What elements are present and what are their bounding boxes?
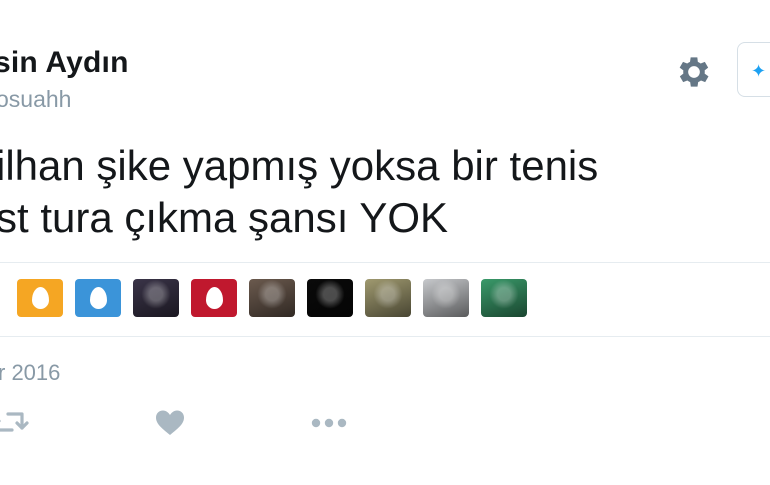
tweet-text-line-1: ilhan şike yapmış yoksa bir tenis [0,142,599,189]
follow-icon: ✦ [751,61,767,81]
divider [0,336,770,337]
tweet-text: ilhan şike yapmış yoksa bir tenis st tur… [0,140,770,244]
tweet-text-line-2: st tura çıkma şansı YOK [0,194,449,241]
more-icon[interactable] [308,408,350,438]
gear-icon[interactable] [674,52,714,92]
egg-icon [31,287,49,309]
avatar-photo[interactable] [365,279,411,317]
avatar-default[interactable] [17,279,63,317]
avatar-photo[interactable] [307,279,353,317]
author-handle[interactable]: osuahh [0,86,71,113]
avatar-photo[interactable] [249,279,295,317]
avatar-default[interactable] [75,279,121,317]
heart-icon[interactable] [154,408,186,438]
divider [0,262,770,263]
egg-icon [89,287,107,309]
liked-by-avatars [0,279,770,319]
follow-button[interactable]: ✦ [737,42,770,97]
avatar-photo[interactable] [133,279,179,317]
avatar-default[interactable] [191,279,237,317]
author-name[interactable]: sin Aydın [0,46,129,80]
tweet-timestamp[interactable]: r 2016 [0,360,60,386]
avatar-photo[interactable] [423,279,469,317]
avatar-photo[interactable] [481,279,527,317]
egg-icon [205,287,223,309]
retweet-icon[interactable] [0,408,34,438]
